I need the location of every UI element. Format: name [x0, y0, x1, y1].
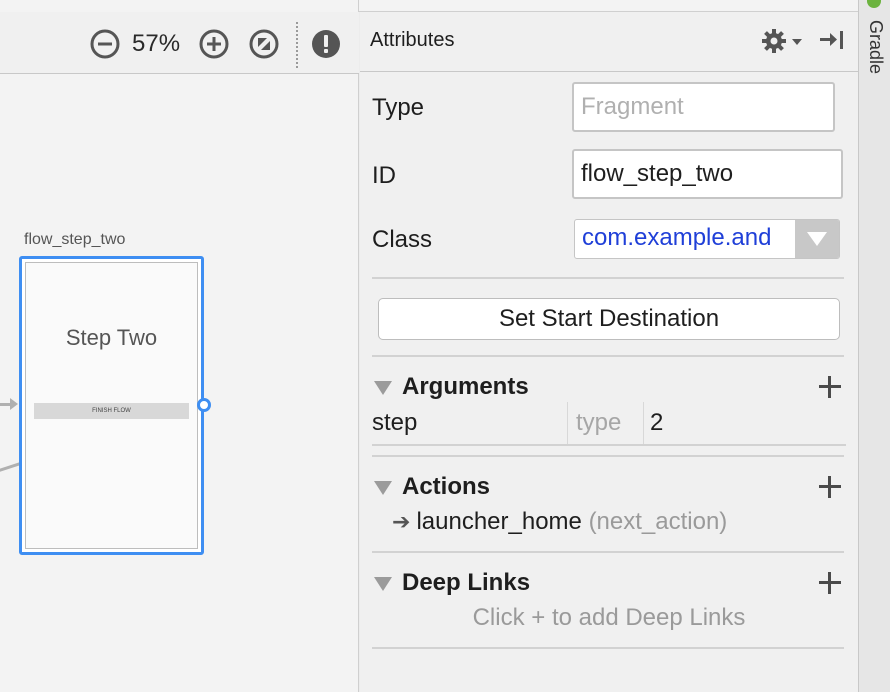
actions-title: Actions [402, 473, 491, 500]
divider [372, 647, 844, 649]
class-dropdown[interactable]: com.example.and [574, 219, 840, 259]
class-label: Class [372, 226, 433, 253]
zoom-level: 57% [132, 30, 181, 57]
argument-value: 2 [650, 409, 664, 436]
fragment-node[interactable]: Step Two FINISH FLOW [19, 256, 204, 555]
id-field[interactable]: flow_step_two [572, 149, 843, 199]
toolbar-separator [296, 22, 298, 68]
gradle-tool-tab[interactable]: Gradle [865, 20, 886, 74]
type-label: Type [372, 94, 425, 121]
action-id: (next_action) [588, 508, 728, 535]
deep-links-hint: Click + to add Deep Links [472, 604, 746, 631]
arrow-right-icon: ➔ [392, 509, 411, 534]
canvas-toolbar: 57% [0, 12, 359, 74]
divider [372, 551, 844, 553]
zoom-out-icon[interactable] [90, 29, 120, 59]
gear-icon[interactable] [762, 28, 806, 54]
add-deep-link-icon[interactable] [819, 572, 841, 594]
arguments-collapse-icon[interactable] [374, 381, 392, 395]
fragment-preview: Step Two FINISH FLOW [25, 262, 198, 549]
deep-links-title: Deep Links [402, 569, 531, 596]
class-dropdown-value: com.example.and [582, 224, 772, 251]
id-label: ID [372, 162, 396, 189]
hide-panel-icon[interactable] [818, 26, 848, 54]
incoming-edge-arrow-icon [10, 398, 18, 410]
attributes-panel: Attributes Type Fragment ID flow_step_tw… [360, 12, 858, 692]
divider [372, 277, 844, 279]
zoom-in-icon[interactable] [199, 29, 229, 59]
argument-name: step [372, 402, 568, 444]
divider [372, 455, 844, 457]
action-handle[interactable] [197, 398, 211, 412]
fragment-preview-button: FINISH FLOW [34, 403, 189, 419]
warning-icon[interactable] [311, 29, 341, 59]
right-tool-gutter: Gradle [858, 0, 890, 692]
nav-graph-canvas[interactable]: 57% flow_step_two Step Two FINISH FLOW [0, 0, 359, 692]
panel-title: Attributes [370, 29, 455, 51]
divider [372, 355, 844, 357]
gradle-icon [867, 0, 881, 8]
fragment-preview-title: Step Two [65, 325, 158, 350]
set-start-destination-button[interactable]: Set Start Destination [378, 298, 840, 340]
deep-links-collapse-icon[interactable] [374, 577, 392, 591]
actions-collapse-icon[interactable] [374, 481, 392, 495]
chevron-down-icon[interactable] [795, 220, 839, 258]
table-row[interactable]: step type 2 [372, 402, 846, 446]
list-item[interactable]: ➔ launcher_home (next_action) [392, 508, 727, 536]
arguments-title: Arguments [402, 373, 529, 400]
zoom-to-fit-icon[interactable] [249, 29, 279, 59]
fragment-label: flow_step_two [24, 231, 126, 248]
attributes-header: Attributes [360, 12, 858, 72]
add-argument-icon[interactable] [819, 376, 841, 398]
type-field: Fragment [572, 82, 835, 132]
argument-type: type [576, 402, 644, 444]
action-destination: launcher_home [416, 508, 582, 535]
add-action-icon[interactable] [819, 476, 841, 498]
